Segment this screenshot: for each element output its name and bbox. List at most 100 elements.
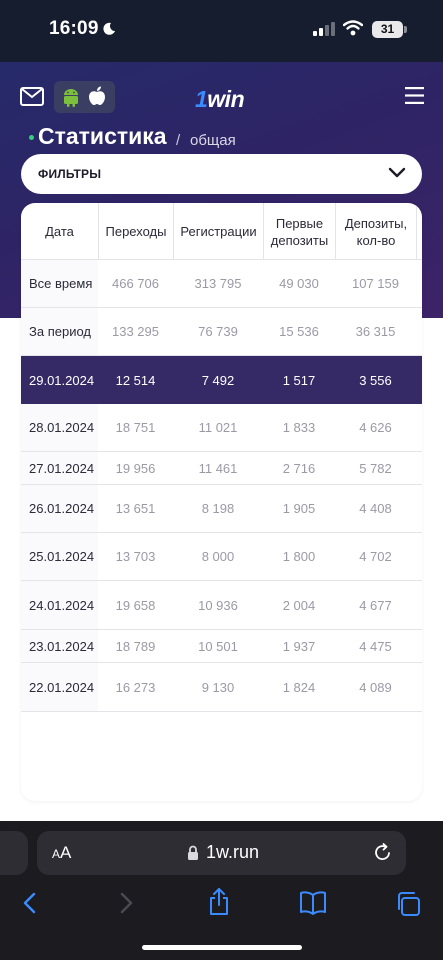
table-header: Дата Переходы Регистрации Первые депозит… (21, 203, 422, 260)
cell-clicks: 13 651 (115, 501, 156, 516)
cell-date: 28.01.2024 (21, 404, 98, 451)
cell-clicks: 133 295 (112, 324, 159, 339)
cell-registrations: 76 739 (198, 324, 238, 339)
previous-tab-preview[interactable] (0, 831, 28, 875)
cell-clicks: 19 956 (115, 460, 156, 476)
cell-first-deposits: 15 536 (279, 324, 319, 339)
status-bar: 16:09 31 (0, 0, 443, 62)
home-indicator (142, 945, 302, 950)
column-header-deposit-count[interactable]: Депозиты, кол-во (335, 203, 416, 260)
cell-deposit-count: 4 408 (359, 501, 392, 516)
battery-level: 31 (372, 21, 403, 38)
cell-date: 29.01.2024 (29, 372, 95, 388)
cell-first-deposits: 2 716 (282, 460, 316, 476)
back-icon[interactable] (22, 891, 38, 915)
cell-clicks: 466 706 (112, 276, 159, 291)
aa-large: A (60, 843, 72, 862)
table-row[interactable]: 25.01.2024 13 703 8 000 1 800 4 702 (21, 533, 422, 581)
cell-clicks: 16 273 (115, 679, 156, 695)
table-row[interactable]: За период 133 295 76 739 15 536 36 315 (21, 308, 422, 356)
cell-first-deposits: 49 030 (279, 276, 319, 291)
cell-clicks: 18 789 (115, 638, 156, 654)
cell-first-deposits: 1 800 (282, 549, 316, 564)
table-row[interactable]: Все время 466 706 313 795 49 030 107 159 (21, 260, 422, 308)
cell-date: 27.01.2024 (21, 452, 98, 484)
cell-date: 24.01.2024 (21, 581, 98, 629)
mail-icon[interactable] (20, 87, 44, 106)
signal-icon (313, 22, 335, 36)
column-header-registrations[interactable]: Регистрации (173, 203, 263, 260)
column-header-next-partial[interactable] (416, 203, 422, 260)
table-row[interactable]: 27.01.2024 19 956 11 461 2 716 5 782 (21, 452, 422, 485)
cell-clicks: 13 703 (115, 549, 156, 564)
android-icon[interactable] (62, 87, 80, 107)
url-text: 1w.run (206, 842, 260, 862)
apple-icon[interactable] (88, 86, 106, 106)
cell-clicks: 12 514 (115, 372, 156, 388)
forward-icon[interactable] (118, 891, 134, 915)
cell-first-deposits: 1 824 (282, 679, 316, 695)
cell-first-deposits: 1 905 (282, 501, 316, 516)
logo-prefix: 1 (195, 86, 208, 112)
lock-icon (188, 845, 198, 860)
cell-first-deposits: 2 004 (282, 597, 316, 613)
cell-date: 25.01.2024 (21, 533, 98, 580)
address-bar[interactable]: AA 1w.run (37, 831, 406, 875)
cell-registrations: 313 795 (194, 276, 242, 291)
cell-date: 26.01.2024 (21, 485, 98, 532)
breadcrumb-current: общая (190, 132, 236, 149)
cell-date: Все время (21, 260, 98, 307)
cell-registrations: 8 198 (201, 501, 235, 516)
cell-registrations: 8 000 (201, 549, 235, 564)
cell-deposit-count: 4 677 (359, 597, 392, 613)
statistics-table[interactable]: Дата Переходы Регистрации Первые депозит… (21, 203, 422, 801)
cell-first-deposits: 1 937 (282, 638, 316, 654)
breadcrumb-separator: / (176, 132, 181, 149)
column-header-first-deposits[interactable]: Первые депозиты (263, 203, 335, 260)
cell-registrations: 10 936 (198, 597, 238, 613)
cell-deposit-count: 107 159 (352, 276, 399, 291)
cell-registrations: 11 021 (198, 420, 238, 435)
table-row[interactable]: 22.01.2024 16 273 9 130 1 824 4 089 (21, 663, 422, 712)
cell-registrations: 11 461 (198, 460, 238, 476)
cell-deposit-count: 5 782 (359, 460, 392, 476)
table-row-highlighted[interactable]: 29.01.2024 12 514 7 492 1 517 3 556 (21, 356, 422, 404)
share-icon[interactable] (207, 888, 231, 916)
table-row[interactable]: 26.01.2024 13 651 8 198 1 905 4 408 (21, 485, 422, 533)
bookmarks-icon[interactable] (299, 891, 327, 915)
aa-small: A (52, 847, 61, 861)
cell-registrations: 9 130 (201, 679, 235, 695)
cell-date: 23.01.2024 (21, 630, 98, 662)
filters-dropdown[interactable]: ФИЛЬТРЫ (21, 154, 422, 194)
cell-registrations: 7 492 (201, 372, 235, 388)
table-row[interactable]: 28.01.2024 18 751 11 021 1 833 4 626 (21, 404, 422, 452)
app-download-pill[interactable] (54, 81, 115, 113)
battery-tip (404, 26, 407, 33)
tabs-icon[interactable] (395, 891, 421, 917)
cell-first-deposits: 1 833 (282, 420, 316, 435)
cell-first-deposits: 1 517 (282, 372, 316, 388)
cell-clicks: 19 658 (115, 597, 156, 613)
table-row[interactable]: 24.01.2024 19 658 10 936 2 004 4 677 (21, 581, 422, 630)
cell-deposit-count: 4 626 (359, 420, 392, 435)
table-row[interactable]: 23.01.2024 18 789 10 501 1 937 4 475 (21, 630, 422, 663)
reload-icon[interactable] (374, 843, 392, 862)
hamburger-menu-icon[interactable] (405, 87, 424, 104)
column-header-clicks[interactable]: Переходы (98, 203, 173, 260)
reader-aa-button[interactable]: AA (52, 843, 71, 863)
status-time: 16:09 (49, 18, 99, 39)
cell-deposit-count: 4 089 (359, 679, 392, 695)
cell-clicks: 18 751 (115, 420, 156, 435)
cell-deposit-count: 36 315 (355, 324, 396, 339)
moon-icon (103, 22, 115, 35)
cell-registrations: 10 501 (198, 638, 238, 654)
cell-deposit-count: 4 475 (359, 638, 392, 654)
browser-address-area: AA 1w.run (0, 821, 443, 883)
brand-logo[interactable]: 1win (195, 86, 245, 113)
column-header-date[interactable]: Дата (21, 203, 98, 260)
cell-deposit-count: 3 556 (359, 372, 392, 388)
title-accent-dot (29, 135, 34, 140)
cell-deposit-count: 4 702 (359, 549, 392, 564)
logo-text: win (207, 86, 245, 112)
cell-date: 22.01.2024 (21, 663, 98, 711)
